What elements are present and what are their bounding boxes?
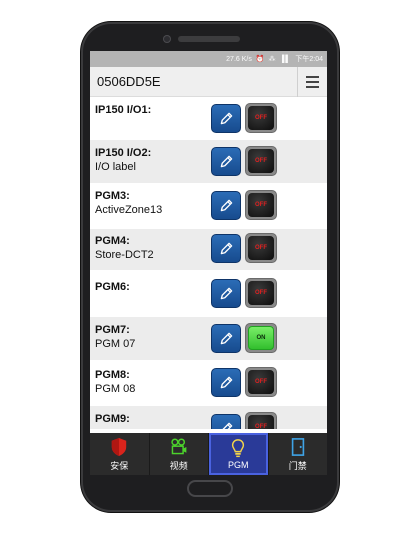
item-label: IP150 I/O1:	[95, 103, 151, 117]
list-item: PGM7: PGM 07 ON	[90, 317, 327, 360]
page-title: 0506DD5E	[97, 74, 161, 89]
edit-button[interactable]	[211, 368, 241, 397]
tab-security-label: 安保	[110, 460, 129, 471]
item-description: PGM 08	[95, 383, 136, 395]
clock: 下午2:04	[295, 56, 323, 63]
edit-button[interactable]	[211, 191, 241, 220]
list-item: IP150 I/O1: OFF	[90, 97, 327, 140]
tab-pgm[interactable]: PGM	[209, 433, 269, 475]
toggle-state: OFF	[248, 415, 274, 429]
item-label: IP150 I/O2: I/O label	[95, 146, 151, 174]
pencil-icon	[220, 332, 232, 345]
toggle-state: OFF	[248, 281, 274, 305]
item-name: PGM3:	[95, 190, 130, 202]
bottom-navigation: 安保 视频 PGM 门禁	[90, 433, 327, 475]
earpiece-speaker	[178, 36, 240, 42]
edit-button[interactable]	[211, 324, 241, 353]
network-speed: 27.6 K/s	[226, 55, 252, 63]
toggle-state: OFF	[248, 149, 274, 173]
menu-button[interactable]	[297, 66, 327, 97]
status-icons: ⏰ ⁂ ▐▌	[255, 56, 292, 63]
pencil-icon	[220, 287, 232, 300]
light-bulb-icon	[232, 439, 245, 458]
shield-icon	[112, 437, 127, 456]
pencil-icon	[220, 199, 232, 212]
pencil-icon	[220, 376, 232, 389]
toggle-state: ON	[248, 326, 274, 350]
item-label: PGM9:	[95, 412, 130, 426]
video-camera-icon	[171, 437, 187, 454]
item-name: PGM6:	[95, 281, 130, 293]
list-item: PGM8: PGM 08 OFF	[90, 360, 327, 406]
tab-access-label: 门禁	[288, 460, 307, 471]
pencil-icon	[220, 112, 232, 125]
tab-access[interactable]: 门禁	[269, 433, 328, 475]
toggle-switch[interactable]: OFF	[245, 190, 277, 220]
tab-video[interactable]: 视频	[150, 433, 209, 475]
item-label: PGM4: Store-DCT2	[95, 234, 154, 262]
door-icon	[291, 437, 304, 456]
edit-button[interactable]	[211, 104, 241, 133]
toggle-switch[interactable]: OFF	[245, 103, 277, 133]
item-name: PGM9:	[95, 413, 130, 425]
item-name: PGM7:	[95, 324, 130, 336]
tab-pgm-label: PGM	[227, 460, 249, 470]
status-bar: 27.6 K/s ⏰ ⁂ ▐▌ 下午2:04	[90, 51, 327, 67]
hamburger-line	[306, 85, 319, 88]
list-item: PGM6: OFF	[90, 270, 327, 317]
item-description: PGM 07	[95, 338, 136, 350]
list-item: PGM4: Store-DCT2 OFF	[90, 229, 327, 270]
item-description: Store-DCT2	[95, 249, 154, 261]
pencil-icon	[220, 155, 232, 168]
pgm-list: IP150 I/O1: OFF IP150 I/O2: I/O label OF…	[90, 97, 327, 429]
toggle-state: OFF	[248, 370, 274, 394]
item-name: IP150 I/O1:	[95, 104, 152, 116]
item-label: PGM6:	[95, 280, 130, 294]
tab-security[interactable]: 安保	[90, 433, 150, 475]
pencil-icon	[221, 422, 232, 429]
item-description: ActiveZone13	[95, 204, 163, 216]
edit-button[interactable]	[211, 279, 241, 308]
hamburger-line	[306, 80, 319, 83]
tab-video-label: 视频	[169, 460, 188, 471]
toggle-state: OFF	[248, 106, 274, 130]
app-screen: 27.6 K/s ⏰ ⁂ ▐▌ 下午2:04 0506DD5E IP150 I/…	[90, 51, 327, 475]
toggle-state: OFF	[248, 236, 274, 260]
app-header: 0506DD5E	[90, 66, 327, 97]
hamburger-line	[306, 75, 319, 78]
pencil-icon	[220, 242, 232, 255]
item-description: I/O label	[95, 161, 136, 173]
toggle-switch[interactable]: OFF	[245, 367, 277, 397]
toggle-state: OFF	[248, 193, 274, 217]
item-name: IP150 I/O2:	[95, 147, 152, 159]
front-camera	[163, 35, 171, 43]
item-name: PGM4:	[95, 235, 130, 247]
home-button[interactable]	[187, 480, 233, 497]
item-label: PGM3: ActiveZone13	[95, 189, 162, 217]
edit-button[interactable]	[211, 414, 241, 429]
toggle-switch[interactable]: OFF	[245, 146, 277, 176]
toggle-switch[interactable]: ON	[245, 323, 277, 353]
edit-button[interactable]	[211, 147, 241, 176]
toggle-switch[interactable]: OFF	[245, 412, 277, 429]
edit-button[interactable]	[211, 234, 241, 263]
item-label: PGM8: PGM 08	[95, 368, 135, 396]
toggle-switch[interactable]: OFF	[245, 278, 277, 308]
toggle-switch[interactable]: OFF	[245, 233, 277, 263]
list-item: PGM3: ActiveZone13 OFF	[90, 183, 327, 229]
list-item: IP150 I/O2: I/O label OFF	[90, 140, 327, 183]
item-name: PGM8:	[95, 369, 130, 381]
list-item: PGM9: OFF	[90, 406, 327, 429]
item-label: PGM7: PGM 07	[95, 323, 135, 351]
